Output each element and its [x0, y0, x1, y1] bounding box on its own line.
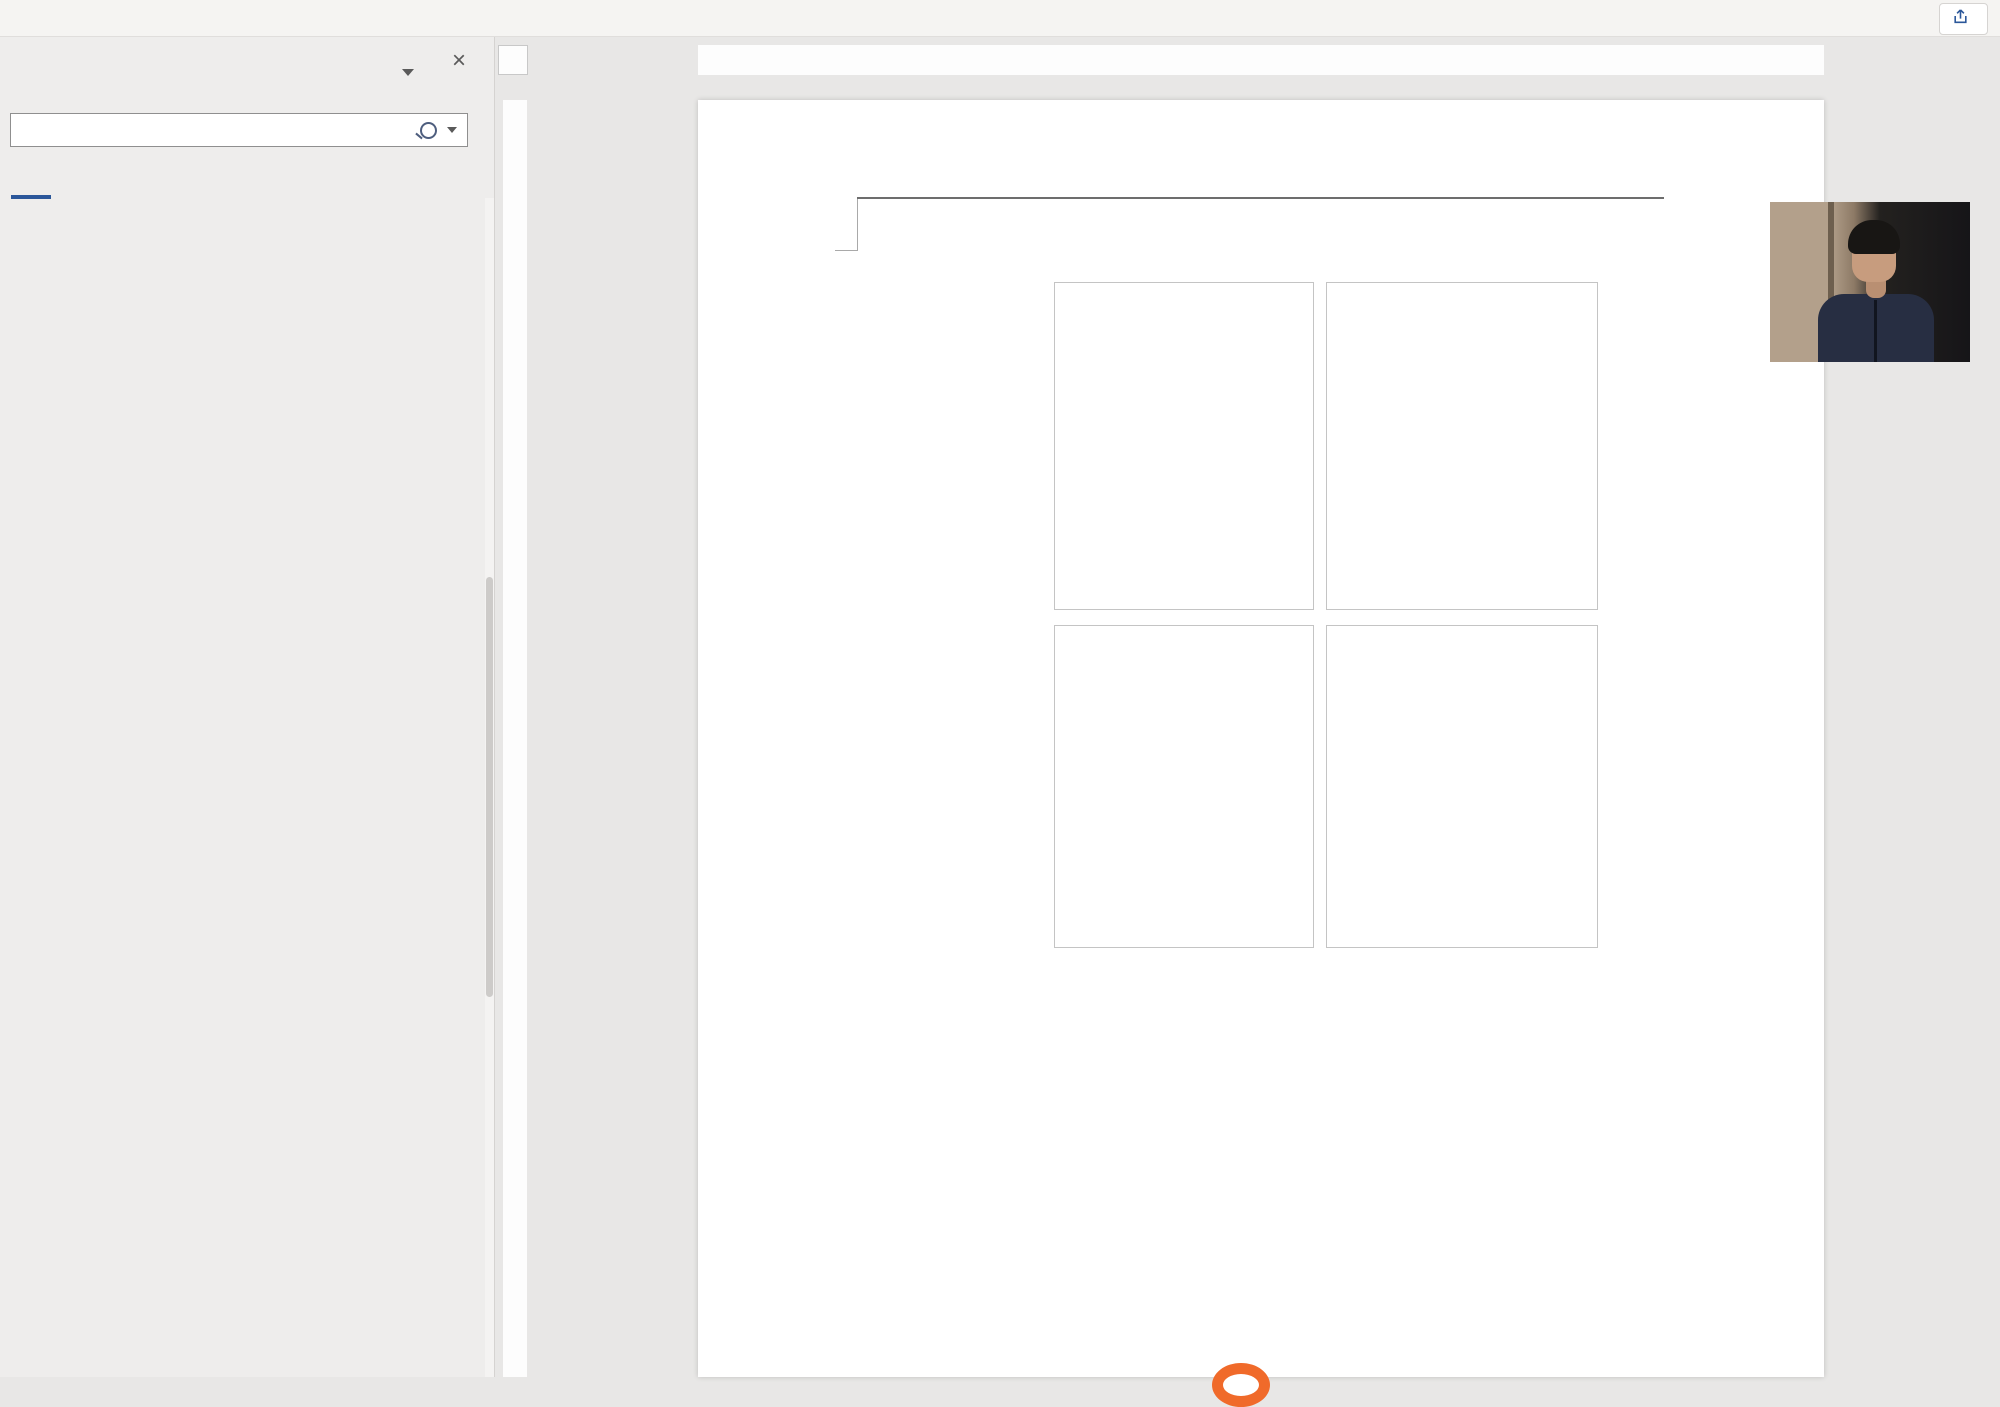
- page-logo-fragment: [1212, 1363, 1270, 1407]
- vertical-ruler[interactable]: [503, 100, 527, 1377]
- webcam-video-overlay: [1770, 202, 1970, 362]
- text-boundary-mark: [835, 250, 857, 251]
- navigation-pane: ×: [0, 37, 495, 1377]
- document-search-input[interactable]: [10, 113, 468, 147]
- horizontal-ruler[interactable]: [698, 45, 1824, 75]
- figure-legend-box: [1327, 283, 1597, 609]
- text-boundary-mark: [857, 199, 858, 251]
- scatter-panel-b: [1055, 626, 1313, 947]
- tab-stop-selector[interactable]: [498, 45, 528, 75]
- nav-options-chevron-down-icon[interactable]: [402, 69, 414, 76]
- header-divider-line: [857, 197, 1664, 199]
- menu-bar: [0, 0, 2000, 37]
- share-button[interactable]: [1939, 3, 1988, 35]
- headings-tree: [0, 198, 484, 1377]
- nav-scrollbar-thumb[interactable]: [486, 577, 493, 997]
- nav-close-icon[interactable]: ×: [452, 47, 466, 75]
- search-chevron-down-icon[interactable]: [447, 127, 457, 133]
- jacket-zip: [1874, 300, 1877, 362]
- presenter-hair: [1848, 220, 1900, 254]
- scatter-panel-c: [1327, 626, 1597, 947]
- share-icon: [1952, 8, 1969, 30]
- scatter-panel-a: [1055, 283, 1313, 609]
- search-icon[interactable]: [420, 122, 437, 139]
